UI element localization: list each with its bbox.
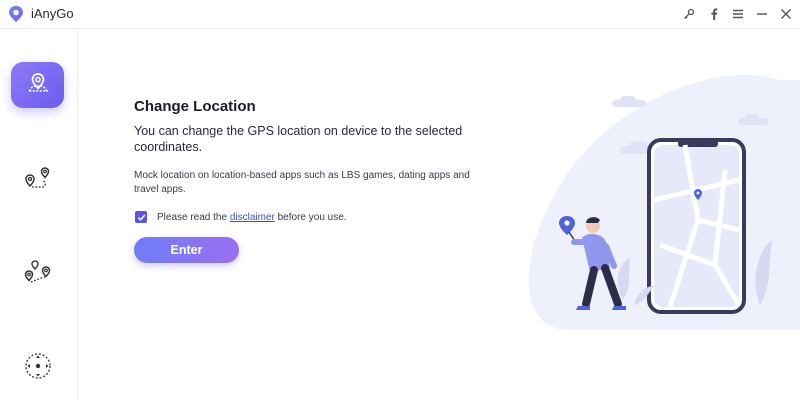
check-icon (137, 214, 145, 221)
key-icon[interactable] (680, 5, 698, 23)
title-bar: iAnyGo (0, 0, 800, 29)
map-pin-icon (26, 73, 49, 92)
two-pins-route-icon (24, 167, 49, 188)
sidebar-item-multi-spot[interactable] (11, 250, 64, 296)
phone-icon (647, 138, 746, 314)
sidebar (0, 29, 78, 400)
minimize-icon[interactable] (753, 5, 771, 23)
consent-text: Please read the disclaimer before you us… (157, 212, 347, 223)
page-description: You can change the GPS location on devic… (134, 124, 463, 154)
app-title: iAnyGo (31, 6, 74, 21)
menu-icon[interactable] (729, 5, 747, 23)
app-logo-icon (9, 6, 23, 22)
phone-map-illustration (528, 74, 800, 330)
facebook-icon[interactable] (705, 5, 723, 23)
multi-pins-route-icon (24, 260, 50, 283)
consent-suffix: before you use. (274, 211, 347, 223)
joystick-icon (24, 353, 51, 379)
sidebar-item-single-spot[interactable] (11, 157, 64, 203)
main-content: Change Location You can change the GPS l… (134, 98, 494, 263)
consent-prefix: Please read the (157, 211, 230, 223)
page-note: Mock location on location-based apps suc… (134, 170, 470, 195)
consent-checkbox[interactable] (135, 211, 147, 223)
close-icon[interactable] (777, 5, 795, 23)
page-title: Change Location (134, 98, 256, 115)
disclaimer-link[interactable]: disclaimer (230, 212, 275, 223)
sidebar-item-change-location[interactable] (11, 62, 64, 108)
enter-button[interactable]: Enter (134, 237, 239, 263)
consent-row: Please read the disclaimer before you us… (134, 211, 494, 223)
sidebar-item-joystick[interactable] (11, 343, 64, 389)
